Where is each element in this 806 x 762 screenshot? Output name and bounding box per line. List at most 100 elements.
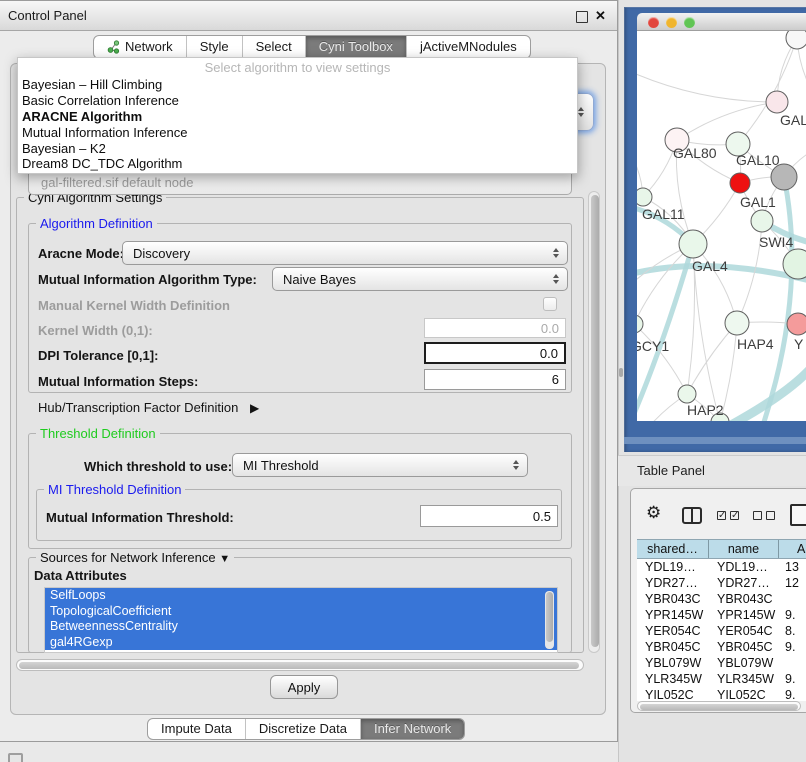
dpi-tolerance-label: DPI Tolerance [0,1]: bbox=[38, 348, 158, 363]
dropdown-item-basic-correlation-inference[interactable]: Basic Correlation Inference bbox=[18, 93, 577, 109]
tab-infer-network[interactable]: Infer Network bbox=[361, 719, 464, 739]
table-row[interactable]: YBR043CYBR043C bbox=[637, 591, 806, 607]
settings-horizontal-scrollbar[interactable] bbox=[16, 659, 584, 671]
unchecked-boxes-icon[interactable] bbox=[753, 511, 775, 520]
mi-algorithm-type-combo[interactable]: Naive Bayes bbox=[272, 267, 568, 291]
network-node-hap4[interactable] bbox=[725, 311, 749, 335]
tab-style[interactable]: Style bbox=[187, 36, 243, 58]
algorithm-definition-title: Algorithm Definition bbox=[36, 216, 157, 231]
table-cell: 13 bbox=[779, 559, 806, 575]
tab-select[interactable]: Select bbox=[243, 36, 306, 58]
network-node-gal4[interactable] bbox=[679, 230, 707, 258]
sources-group-title[interactable]: Sources for Network Inference ▼ bbox=[36, 550, 234, 565]
aracne-mode-combo[interactable]: Discovery bbox=[122, 241, 568, 265]
network-node-gal-cut[interactable] bbox=[766, 91, 788, 113]
tab-jactivemnodules[interactable]: jActiveMNodules bbox=[407, 36, 530, 58]
attribute-item-selfloops[interactable]: SelfLoops bbox=[45, 588, 557, 604]
table-row[interactable]: YDR27…YDR27…12 bbox=[637, 575, 806, 591]
network-node-gal11[interactable] bbox=[637, 188, 652, 206]
attributes-list-scrollbar[interactable] bbox=[545, 591, 554, 649]
settings-gear-icon[interactable]: ⚙ bbox=[646, 503, 661, 523]
network-window-titlebar[interactable] bbox=[637, 13, 806, 31]
table-row[interactable]: YBL079WYBL079W bbox=[637, 655, 806, 671]
table-hscroll-thumb[interactable] bbox=[640, 704, 798, 710]
float-window-icon[interactable] bbox=[576, 11, 588, 23]
algorithm-dropdown-popup: Select algorithm to view settings Bayesi… bbox=[17, 57, 578, 174]
dropdown-item-bayesian-k2[interactable]: Bayesian – K2 bbox=[18, 141, 577, 157]
apply-button[interactable]: Apply bbox=[270, 675, 338, 699]
network-canvas[interactable]: GALGAL80GAL10GAL1GAL11GAL4SWI4HAP4YGCY1H… bbox=[637, 31, 806, 421]
table-horizontal-scrollbar[interactable] bbox=[637, 701, 801, 711]
table-cell: 8. bbox=[779, 623, 806, 639]
settings-vscroll-thumb[interactable] bbox=[591, 195, 599, 647]
collapsed-panel-icon[interactable] bbox=[8, 753, 23, 762]
network-node-salmon[interactable] bbox=[787, 313, 806, 335]
dropdown-item-aracne-algorithm[interactable]: ARACNE Algorithm bbox=[18, 109, 577, 125]
table-row[interactable]: YPR145WYPR145W9. bbox=[637, 607, 806, 623]
settings-vertical-scrollbar[interactable] bbox=[588, 191, 600, 653]
control-panel-titlebar bbox=[0, 1, 617, 31]
which-threshold-combo[interactable]: MI Threshold bbox=[232, 453, 528, 477]
network-node-red-node[interactable] bbox=[730, 173, 750, 193]
kernel-width-field[interactable]: 0.0 bbox=[424, 318, 566, 338]
network-node-hap2[interactable] bbox=[678, 385, 696, 403]
columns-icon[interactable] bbox=[682, 507, 702, 524]
mi-threshold-field[interactable]: 0.5 bbox=[420, 505, 558, 527]
mac-zoom-button[interactable] bbox=[684, 17, 695, 28]
hub-definition-toggle[interactable]: Hub/Transcription Factor Definition ▶ bbox=[38, 400, 259, 415]
table-cell: YIL052C bbox=[709, 687, 779, 701]
table-row[interactable]: YER054CYER054C8. bbox=[637, 623, 806, 639]
tab-network[interactable]: Network bbox=[94, 36, 187, 58]
table-cell: YBR043C bbox=[709, 591, 779, 607]
mi-steps-label: Mutual Information Steps: bbox=[38, 374, 198, 389]
table-cell: YBR045C bbox=[637, 639, 709, 655]
attributes-scrollbar-thumb[interactable] bbox=[546, 592, 553, 642]
table-cell: YDL19… bbox=[709, 559, 779, 575]
panel-divider-handle[interactable] bbox=[619, 368, 623, 377]
table-body: YDL19…YDL19…13YDR27…YDR27…12YBR043CYBR04… bbox=[637, 559, 806, 701]
table-row[interactable]: YDL19…YDL19…13 bbox=[637, 559, 806, 575]
attribute-item-betweennesscentrality[interactable]: BetweennessCentrality bbox=[45, 619, 557, 635]
dropdown-item-dream8-dc-tdc-algorithm[interactable]: Dream8 DC_TDC Algorithm bbox=[18, 156, 577, 172]
attribute-item-topologicalcoefficient[interactable]: TopologicalCoefficient bbox=[45, 604, 557, 620]
table-row[interactable]: YIL052CYIL052C9. bbox=[637, 687, 806, 701]
table-row[interactable]: YLR345WYLR345W9. bbox=[637, 671, 806, 687]
table-cell: 9. bbox=[779, 687, 806, 701]
mac-minimize-button[interactable] bbox=[666, 17, 677, 28]
checkbox-glyph: ✓ bbox=[730, 511, 739, 520]
column-header-shared[interactable]: shared… bbox=[637, 540, 709, 558]
tab-label: Cyni Toolbox bbox=[319, 36, 393, 58]
mi-steps-field[interactable]: 6 bbox=[424, 369, 566, 390]
network-window-bottom-edge bbox=[624, 437, 806, 444]
manual-kernel-width-label: Manual Kernel Width Definition bbox=[38, 298, 230, 313]
data-attributes-list[interactable]: SelfLoopsTopologicalCoefficientBetweenne… bbox=[44, 587, 558, 653]
table-cell: YER054C bbox=[709, 623, 779, 639]
column-header-name[interactable]: name bbox=[709, 540, 779, 558]
network-graph: GALGAL80GAL10GAL1GAL11GAL4SWI4HAP4YGCY1H… bbox=[637, 31, 806, 421]
column-header-a[interactable]: A bbox=[779, 540, 806, 558]
network-selector-value: gal-filtered.sif default node bbox=[41, 175, 193, 190]
network-node-gal1[interactable] bbox=[751, 210, 773, 232]
node-label-hap4: HAP4 bbox=[737, 336, 774, 352]
network-node-gcy1[interactable] bbox=[637, 315, 643, 333]
tab-discretize-data[interactable]: Discretize Data bbox=[246, 719, 361, 739]
close-icon[interactable]: ✕ bbox=[595, 8, 606, 24]
aracne-mode-label: Aracne Mode: bbox=[38, 246, 124, 261]
table-cell: 9. bbox=[779, 671, 806, 687]
checked-boxes-icon[interactable]: ✓✓ bbox=[717, 511, 739, 520]
manual-kernel-width-checkbox[interactable] bbox=[543, 297, 557, 311]
dropdown-item-mutual-information-inference[interactable]: Mutual Information Inference bbox=[18, 125, 577, 141]
network-node-top-right[interactable] bbox=[786, 31, 806, 49]
table-row[interactable]: YBR045CYBR045C9. bbox=[637, 639, 806, 655]
tab-impute-data[interactable]: Impute Data bbox=[148, 719, 246, 739]
attribute-item-gal4rgexp[interactable]: gal4RGexp bbox=[45, 635, 557, 651]
dpi-tolerance-field[interactable]: 0.0 bbox=[424, 342, 566, 364]
dropdown-item-bayesian-hill-climbing[interactable]: Bayesian – Hill Climbing bbox=[18, 77, 577, 93]
table-cell: 12 bbox=[779, 575, 806, 591]
tab-cyni-toolbox[interactable]: Cyni Toolbox bbox=[306, 36, 407, 58]
mac-close-button[interactable] bbox=[648, 17, 659, 28]
table-cell: YLR345W bbox=[637, 671, 709, 687]
settings-hscroll-thumb[interactable] bbox=[19, 662, 579, 669]
network-view-window: GALGAL80GAL10GAL1GAL11GAL4SWI4HAP4YGCY1H… bbox=[624, 7, 806, 452]
file-icon[interactable] bbox=[790, 504, 806, 526]
